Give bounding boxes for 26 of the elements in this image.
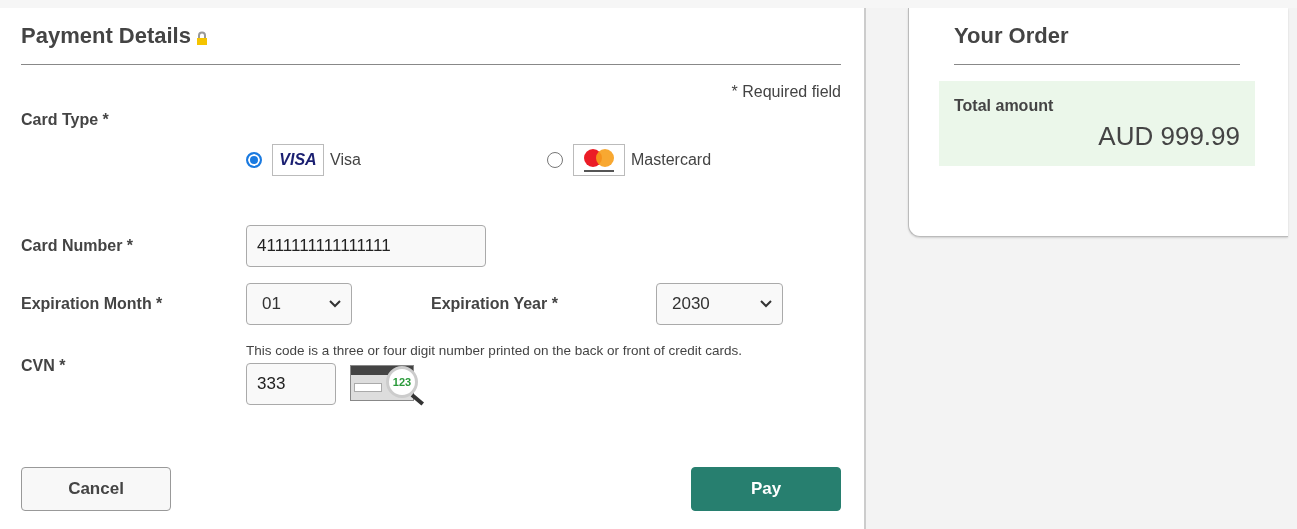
- chevron-down-icon: [760, 300, 772, 308]
- month-dropdown[interactable]: 01: [246, 283, 352, 325]
- cancel-button[interactable]: Cancel: [21, 467, 171, 511]
- section-title: Payment Details: [21, 23, 191, 49]
- chevron-down-icon: [329, 300, 341, 308]
- hint-text: This code is a three or four digit number printed on the back or front of credit cards.: [246, 343, 742, 358]
- radio-button[interactable]: [246, 152, 262, 168]
- section-title: Your Order: [953, 22, 1070, 50]
- card-number-field[interactable]: 4111111111111111: [246, 225, 486, 267]
- option-label: Visa: [330, 151, 361, 169]
- field-label: Expiration Year *: [431, 295, 559, 313]
- cvn-field[interactable]: 333: [246, 363, 336, 405]
- radio-button[interactable]: [547, 152, 563, 168]
- total-amount: AUD 999.99: [1097, 121, 1240, 152]
- field-label: Expiration Month *: [21, 295, 164, 313]
- card-logo: [573, 144, 625, 176]
- required-note: * Required field: [731, 83, 841, 100]
- card-logo: VISA: [272, 144, 324, 176]
- option-label: Mastercard: [631, 151, 712, 169]
- field-label: Card Number *: [21, 237, 135, 255]
- field-label: CVN *: [21, 357, 67, 375]
- field-label: Card Type *: [21, 111, 110, 129]
- total-label: Total amount: [954, 97, 1055, 115]
- lock-icon: [195, 30, 208, 46]
- year-dropdown[interactable]: 2030: [656, 283, 783, 325]
- pay-button[interactable]: Pay: [691, 467, 841, 511]
